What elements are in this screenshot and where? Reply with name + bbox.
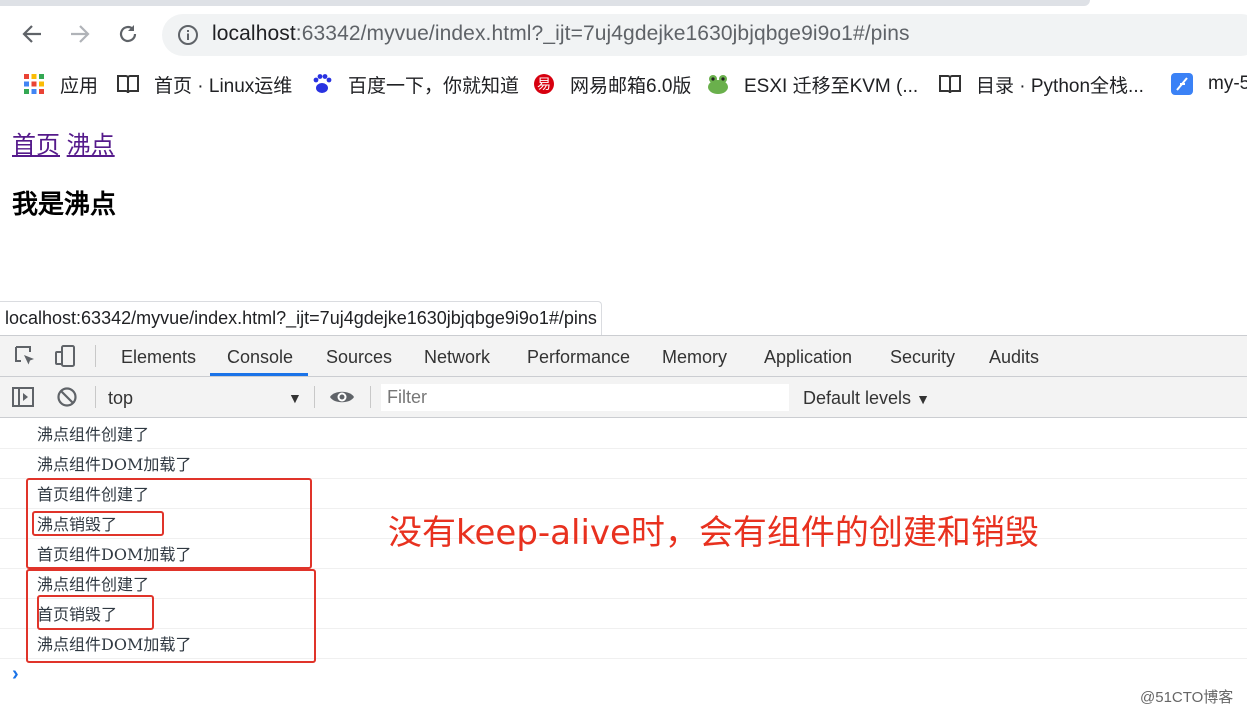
book-icon [116,72,140,96]
url-path: :63342/myvue/index.html?_ijt=7uj4gdejke1… [295,22,910,45]
bookmark-my5[interactable]: my-5 [1170,66,1247,102]
console-prompt-icon[interactable]: › [12,663,19,686]
devtools-tab-network[interactable]: Network [424,336,490,376]
bookmark-label: ESXI 迁移至KVM (... [744,75,919,97]
bookmark-linux[interactable]: 首页 · Linux运维 [116,66,292,102]
caret-down-icon: ▼ [916,391,930,407]
bookmark-label: my-5 [1208,73,1247,94]
address-url[interactable]: localhost:63342/myvue/index.html?_ijt=7u… [212,22,910,46]
active-tab-indicator [210,373,308,376]
devtools-tab-audits[interactable]: Audits [989,336,1039,376]
filter-field [381,384,789,411]
toolbar-divider [95,345,96,367]
watermark: @51CTO博客 [1140,689,1234,706]
console-message-text: 沸点组件DOM加载了 [37,455,192,474]
site-info-icon[interactable] [176,23,200,47]
bookmarks-bar: 应用 首页 · Linux运维 百度一下，你就知道 易 网易邮箱6.0版 ESX… [0,66,1247,102]
devtools-tab-security[interactable]: Security [890,336,955,376]
devtools-tab-memory[interactable]: Memory [662,336,727,376]
devtools-tab-console[interactable]: Console [227,336,293,376]
block-icon [57,387,77,407]
context-selector[interactable]: top [108,377,133,417]
netease-icon: 易 [532,72,556,96]
bookmark-label: 首页 · Linux运维 [154,75,293,97]
devtools-tab-sources[interactable]: Sources [326,336,392,376]
devtools-tabbar: Elements Console Sources Network Perform… [0,336,1247,377]
device-toolbar-button[interactable] [50,341,80,371]
annotation-box [32,511,164,536]
bookmark-esxi[interactable]: ESXI 迁移至KVM (... [706,66,918,102]
toolbar-divider [370,386,371,408]
reload-button[interactable] [112,18,144,50]
annotation-text: 没有keep-alive时，会有组件的创建和销毁 [388,513,1039,553]
inspect-element-button[interactable] [10,341,40,371]
baidu-paw-icon [310,72,334,96]
devtools-tab-performance[interactable]: Performance [527,336,630,376]
page-heading: 我是沸点 [12,190,117,220]
chevron-down-icon[interactable]: ▼ [288,390,302,406]
console-toolbar: top ▼ Default levels ▼ [0,377,1247,418]
browser-chrome: localhost:63342/myvue/index.html?_ijt=7u… [0,0,1247,106]
nav-link-pins[interactable]: 沸点 [67,131,115,159]
inspect-cursor-icon [15,346,34,365]
book-icon [938,72,962,96]
show-sidebar-button[interactable] [8,382,38,412]
annotation-box [37,595,154,630]
devtools-tab-application[interactable]: Application [764,336,852,376]
feather-icon [1170,72,1194,96]
device-mobile-icon [55,345,75,367]
log-levels-label: Default levels [803,388,912,408]
bookmark-apps[interactable]: 应用 [22,66,98,102]
filter-input[interactable] [381,384,787,411]
router-nav: 首页 沸点 [12,125,115,160]
apps-grid-icon [22,72,46,96]
svg-text:易: 易 [537,77,551,93]
console-message-text: 沸点组件创建了 [37,425,150,444]
bookmark-python[interactable]: 目录 · Python全栈... [938,66,1144,102]
bookmark-baidu[interactable]: 百度一下，你就知道 [310,66,519,102]
page-viewport: 首页 沸点 我是沸点 [0,106,1247,302]
forward-button[interactable] [64,18,96,50]
bookmark-label: 百度一下，你就知道 [348,75,520,97]
console-message: 沸点组件DOM加载了 [0,448,1247,479]
tab-strip [0,0,1090,6]
bookmark-label: 应用 [60,75,99,97]
live-expression-button[interactable] [327,382,357,412]
clear-console-button[interactable] [52,382,82,412]
toolbar-divider [95,386,96,408]
log-levels-dropdown[interactable]: Default levels ▼ [803,377,930,417]
bookmark-label: 目录 · Python全栈... [976,75,1144,97]
bookmark-label: 网易邮箱6.0版 [570,75,692,97]
sidebar-toggle-icon [12,387,34,407]
nav-link-home[interactable]: 首页 [12,131,60,159]
devtools-tab-elements[interactable]: Elements [121,336,196,376]
forward-arrow-icon [71,25,90,43]
console-message: 沸点组件创建了 [0,418,1247,449]
url-host: localhost [212,22,296,45]
eye-icon [330,391,354,403]
reload-icon [119,25,137,43]
back-arrow-icon [22,25,41,43]
back-button[interactable] [16,18,48,50]
frog-icon [706,72,730,96]
bookmark-netease[interactable]: 易 网易邮箱6.0版 [532,66,691,102]
link-status-bubble: localhost:63342/myvue/index.html?_ijt=7u… [0,301,602,335]
toolbar-divider [314,386,315,408]
